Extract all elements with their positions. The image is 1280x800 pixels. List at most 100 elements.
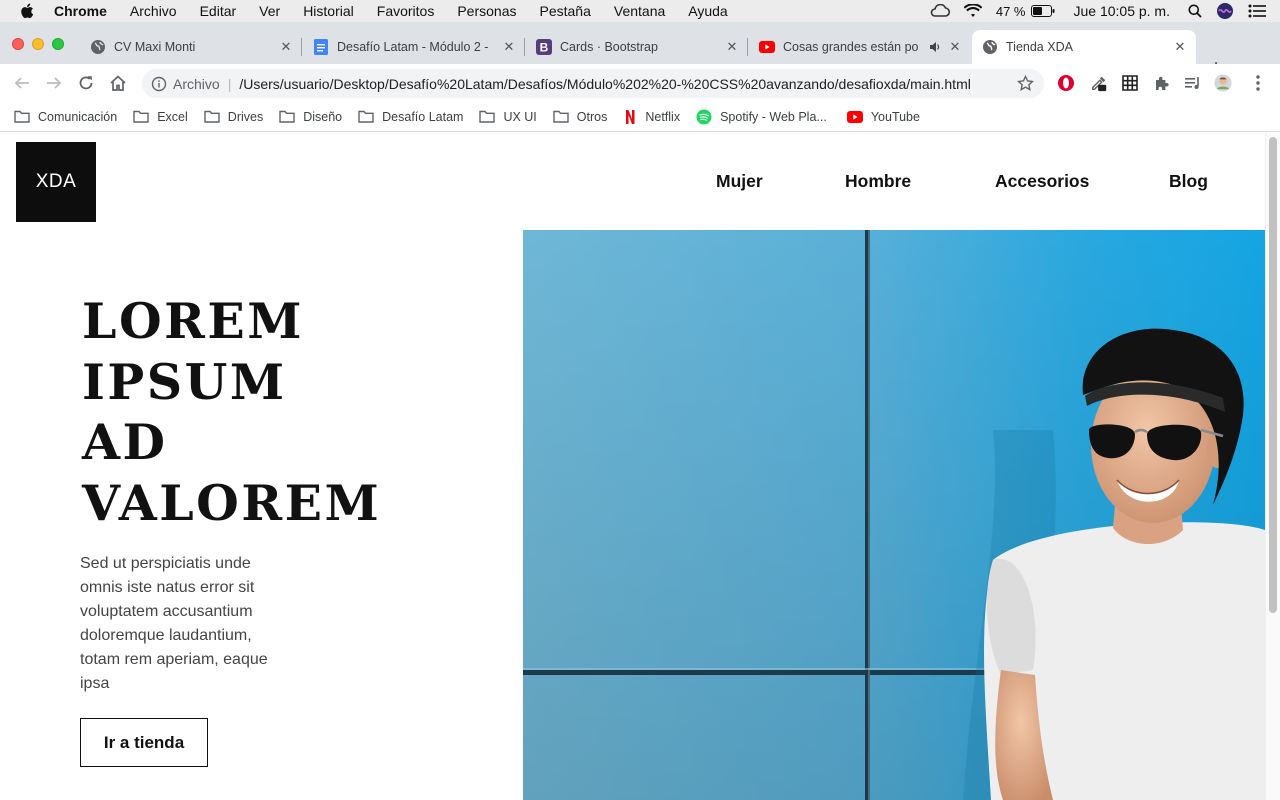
bookmark-spotify[interactable]: Spotify - Web Pla... (696, 109, 827, 124)
battery-icon[interactable] (1031, 5, 1055, 17)
tab-desafio-latam-modulo-2[interactable]: Desafío Latam - Módulo 2 - ✕ (303, 30, 525, 64)
grid-extension-icon[interactable] (1121, 74, 1139, 92)
home-icon[interactable] (108, 73, 128, 93)
tab-title: Cards · Bootstrap (560, 40, 658, 54)
spotlight-search-icon[interactable] (1188, 4, 1202, 18)
page-scrollbar[interactable] (1265, 133, 1280, 800)
hero-description: Sed ut perspiciatis unde omnis iste natu… (80, 555, 268, 692)
globe-icon (90, 39, 106, 55)
nav-link-mujer[interactable]: Mujer (716, 171, 763, 192)
bookmark-folder-otros[interactable]: Otros (553, 110, 607, 124)
hero-title: LOREM IPSUM AD VALOREM (82, 291, 402, 533)
back-arrow-icon[interactable] (12, 73, 32, 93)
media-controls-icon[interactable] (1184, 74, 1202, 92)
site-logo[interactable]: XDA (16, 142, 96, 222)
spotify-icon (696, 109, 712, 124)
tab-close-icon[interactable]: ✕ (947, 39, 963, 55)
nav-link-accesorios[interactable]: Accesorios (995, 171, 1089, 192)
bookmark-folder-comunicacion[interactable]: Comunicación (14, 110, 117, 124)
menu-personas[interactable]: Personas (457, 3, 516, 19)
browser-tab-strip: CV Maxi Monti ✕ Desafío Latam - Módulo 2… (0, 22, 1280, 80)
hero-title-line: LOREM (82, 292, 304, 350)
nav-link-blog[interactable]: Blog (1169, 171, 1208, 192)
bookmark-label: Spotify - Web Pla... (720, 109, 827, 124)
tab-separator (524, 38, 525, 56)
tab-close-icon[interactable]: ✕ (724, 39, 740, 55)
forward-arrow-icon[interactable] (44, 73, 64, 93)
tab-cv-maxi-monti[interactable]: CV Maxi Monti ✕ (80, 30, 302, 64)
youtube-icon (759, 39, 775, 55)
tab-cards-bootstrap[interactable]: B Cards · Bootstrap ✕ (526, 30, 748, 64)
profile-avatar[interactable] (1214, 74, 1232, 92)
menu-app-name[interactable]: Chrome (54, 3, 107, 19)
page-viewport: XDA Mujer Hombre Accesorios Blog LOREM I… (0, 133, 1280, 800)
site-info-icon[interactable] (151, 76, 167, 92)
address-url-text[interactable]: /Users/usuario/Desktop/Desafío%20Latam/D… (239, 76, 971, 92)
svg-text:B: B (540, 41, 549, 55)
menubar-clock[interactable]: Jue 10:05 p. m. (1073, 3, 1170, 19)
tab-title: CV Maxi Monti (114, 40, 196, 54)
address-bar[interactable]: Archivo | /Users/usuario/Desktop/Desafío… (142, 69, 1044, 98)
google-docs-icon (313, 39, 329, 55)
bookmark-folder-drives[interactable]: Drives (204, 110, 263, 124)
bookmark-label: Desafío Latam (382, 109, 464, 124)
tab-tienda-xda[interactable]: Tienda XDA ✕ (972, 30, 1196, 64)
tab-youtube-video[interactable]: Cosas grandes están po ✕ (749, 30, 971, 64)
window-zoom-button[interactable] (52, 38, 64, 50)
window-minimize-button[interactable] (32, 38, 44, 50)
bookmark-folder-desafio-latam[interactable]: Desafío Latam (358, 110, 463, 124)
bookmark-label: YouTube (870, 109, 920, 124)
opera-extension-icon[interactable] (1057, 74, 1075, 92)
bookmark-star-icon[interactable] (1017, 74, 1034, 92)
audio-playing-icon[interactable] (929, 39, 941, 55)
folder-icon (553, 110, 569, 124)
menu-ayuda[interactable]: Ayuda (688, 3, 727, 19)
folder-icon (279, 110, 295, 124)
bootstrap-icon: B (536, 39, 552, 55)
menu-favoritos[interactable]: Favoritos (377, 3, 435, 19)
bookmark-label: UX UI (503, 109, 537, 124)
nav-link-hombre[interactable]: Hombre (845, 171, 911, 192)
menu-ver[interactable]: Ver (259, 3, 280, 19)
folder-icon (14, 110, 30, 124)
bookmark-youtube[interactable]: YouTube (846, 109, 920, 124)
globe-icon (982, 39, 998, 55)
bookmark-folder-ux-ui[interactable]: UX UI (479, 109, 537, 124)
menubar-status-area: 47 % Jue 10:05 p. m. (930, 0, 1280, 22)
tab-close-icon[interactable]: ✕ (1172, 39, 1188, 55)
scrollbar-thumb[interactable] (1269, 137, 1277, 613)
folder-icon (358, 110, 374, 124)
hero-image-man-in-hat (523, 230, 1265, 800)
window-close-button[interactable] (12, 38, 24, 50)
apple-menu-icon[interactable] (20, 3, 40, 19)
bookmark-netflix[interactable]: Netflix (623, 109, 681, 124)
notification-center-icon[interactable] (1248, 4, 1266, 18)
reload-icon[interactable] (76, 73, 96, 93)
address-divider: | (227, 75, 232, 92)
bookmark-folder-diseno[interactable]: Diseño (279, 110, 342, 124)
tab-title: Cosas grandes están po (783, 40, 919, 54)
extensions-puzzle-icon[interactable] (1153, 74, 1171, 92)
youtube-icon (846, 110, 863, 124)
browser-toolbar: Archivo | /Users/usuario/Desktop/Desafío… (0, 64, 1280, 102)
bookmark-label: Excel (157, 109, 188, 124)
siri-icon[interactable] (1216, 2, 1234, 20)
tab-title: Tienda XDA (1006, 40, 1073, 54)
tab-separator (301, 38, 302, 56)
tab-close-icon[interactable]: ✕ (278, 39, 294, 55)
wifi-icon[interactable] (963, 4, 982, 18)
bookmark-folder-excel[interactable]: Excel (133, 110, 188, 124)
more-options-icon[interactable] (1249, 74, 1267, 92)
menu-archivo[interactable]: Archivo (130, 3, 177, 19)
menu-editar[interactable]: Editar (200, 3, 237, 19)
eyedropper-extension-icon[interactable] (1090, 74, 1108, 92)
bookmark-label: Netflix (645, 109, 681, 124)
tab-close-icon[interactable]: ✕ (501, 39, 517, 55)
go-to-store-button[interactable]: Ir a tienda (80, 718, 208, 767)
menu-ventana[interactable]: Ventana (614, 3, 665, 19)
address-scheme-label: Archivo (173, 75, 220, 92)
creative-cloud-icon[interactable] (930, 4, 950, 18)
menu-historial[interactable]: Historial (303, 3, 354, 19)
folder-icon (479, 110, 496, 124)
menu-pestana[interactable]: Pestaña (540, 3, 591, 19)
